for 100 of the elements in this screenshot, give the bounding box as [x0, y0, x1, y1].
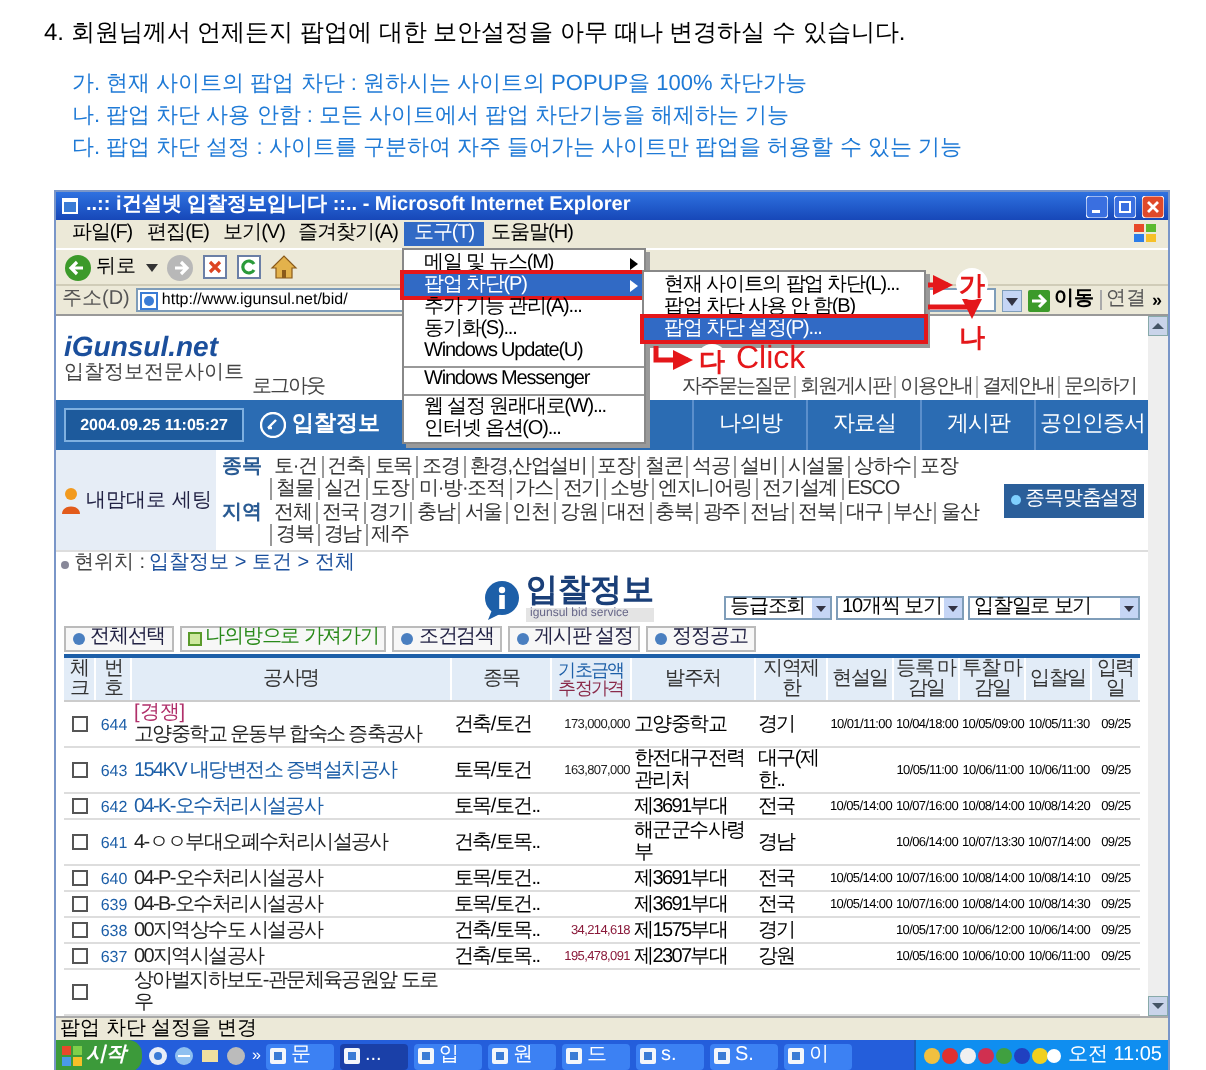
quick-launch-icon[interactable] [174, 1046, 194, 1066]
row-number[interactable]: 638 [100, 921, 128, 939]
filter-link[interactable]: 토목 [368, 456, 417, 478]
project-link[interactable]: 04-B-오수처리시설공사 [134, 893, 323, 915]
start-button[interactable]: 시작 [56, 1040, 142, 1070]
row-number[interactable]: 637 [100, 947, 128, 965]
filter-link[interactable]: 인천 [506, 502, 554, 524]
filter-link[interactable]: 도장 [365, 478, 413, 500]
taskbar-button[interactable]: ... [340, 1043, 409, 1069]
close-icon[interactable] [1142, 195, 1164, 217]
stop-icon[interactable] [202, 254, 228, 280]
taskbar-button[interactable]: S. [710, 1043, 779, 1069]
filter-link[interactable]: 설비 [734, 456, 782, 478]
filter-link[interactable]: 석공 [686, 456, 734, 478]
filter-link[interactable]: 강원 [553, 502, 602, 524]
nav-tab[interactable]: 나의방 [692, 400, 806, 450]
filter-link[interactable]: 전남 [744, 502, 792, 524]
menu-item[interactable]: Windows Update(U) [404, 340, 644, 368]
filter-link[interactable]: 실건 [317, 478, 366, 500]
back-button[interactable]: 뒤로 [62, 251, 138, 283]
scroll-bar[interactable] [1148, 316, 1168, 1016]
dropdown-select[interactable]: 입찰일로 보기 [968, 596, 1140, 620]
filter-link[interactable]: 환경,산업설비 [463, 456, 592, 478]
filter-link[interactable]: 경기 [363, 502, 411, 524]
filter-link[interactable]: 가스 [509, 478, 557, 500]
settings-link[interactable]: 내맘대로 세팅 [86, 489, 212, 511]
row-number[interactable]: 639 [100, 895, 128, 913]
filter-link[interactable]: 전체 [270, 502, 316, 524]
more-chevron[interactable]: » [252, 1048, 261, 1064]
filter-link[interactable]: 포장 [591, 456, 639, 478]
menu-item[interactable]: 동기화(S)... [404, 318, 644, 340]
row-number[interactable]: 641 [100, 833, 128, 851]
filter-link[interactable]: 철콘 [638, 456, 687, 478]
project-link[interactable]: 상아벌지하보도-관문체육공원앞 도로우 [134, 970, 450, 1014]
filter-link[interactable]: 시설물 [781, 456, 849, 478]
checkbox[interactable] [72, 716, 88, 732]
dropdown-arrow-icon[interactable] [1001, 289, 1022, 311]
checkbox[interactable] [72, 984, 88, 1000]
row-number[interactable]: 643 [100, 761, 128, 779]
menu-item[interactable]: 파일(F) [64, 222, 140, 246]
filter-link[interactable]: 경남 [317, 524, 366, 546]
top-link[interactable]: 문의하기 [1058, 376, 1140, 398]
project-link[interactable]: 154KV 내당변전소 증벽설치공사 [134, 759, 397, 781]
filter-link[interactable]: 엔지니어링 [651, 478, 756, 500]
top-link[interactable]: 결제안내 [976, 376, 1058, 398]
filter-link[interactable]: 제주 [365, 524, 413, 546]
menu-item[interactable]: 도구(T) [404, 222, 484, 246]
filter-link[interactable]: 토·건 [270, 456, 322, 478]
go-button[interactable]: 이동 [1027, 289, 1094, 311]
checkbox[interactable] [72, 834, 88, 850]
checkbox[interactable] [72, 896, 88, 912]
action-button[interactable]: 정정공고 [646, 625, 756, 651]
restore-icon[interactable] [1114, 195, 1136, 217]
caret-icon[interactable] [146, 263, 158, 271]
nav-tab[interactable]: 게시판 [920, 400, 1034, 450]
quick-launch-icon[interactable] [148, 1046, 168, 1066]
checkbox[interactable] [72, 922, 88, 938]
top-link[interactable]: 자주묻는질문 [678, 376, 794, 398]
menu-item[interactable]: 추가 기능 관리(A)... [404, 296, 644, 318]
checkbox[interactable] [72, 798, 88, 814]
top-link[interactable]: 이용안내 [894, 376, 976, 398]
filter-link[interactable]: 포장 [914, 456, 963, 478]
site-logo[interactable]: iGunsul.net [64, 331, 248, 361]
action-button[interactable]: 게시판 설정 [508, 625, 641, 651]
filter-link[interactable]: 광주 [696, 502, 745, 524]
taskbar-button[interactable]: 이 [784, 1043, 853, 1069]
project-link[interactable]: 04-P-오수처리시설공사 [134, 867, 323, 889]
project-link[interactable]: 00지역상수도 시설공사 [134, 919, 323, 941]
filter-link[interactable]: 전기 [556, 478, 605, 500]
filter-link[interactable]: 상하수 [848, 456, 915, 478]
minimize-icon[interactable] [1086, 195, 1108, 217]
scroll-up-icon[interactable] [1148, 316, 1168, 336]
project-link[interactable]: 00지역시설공사 [134, 945, 264, 967]
filter-link[interactable]: 철물 [270, 478, 318, 500]
row-number[interactable]: 640 [100, 869, 128, 887]
menu-item[interactable]: Windows Messenger [404, 368, 644, 396]
filter-link[interactable]: 전기설계 [755, 478, 842, 500]
checkbox[interactable] [72, 870, 88, 886]
menu-item[interactable]: 팝업 차단(P) [404, 274, 644, 296]
action-button[interactable]: 전체선택 [64, 625, 174, 651]
filter-link[interactable]: 소방 [604, 478, 652, 500]
taskbar-button[interactable]: 입 [414, 1043, 483, 1069]
filter-link[interactable]: 전북 [791, 502, 840, 524]
filter-link[interactable]: 전국 [315, 502, 364, 524]
filter-link[interactable]: 충북 [649, 502, 697, 524]
project-link[interactable]: 고양중학교 운동부 합숙소 증축공사 [134, 724, 422, 746]
filter-link[interactable]: ESCO [841, 478, 904, 500]
checkbox[interactable] [72, 762, 88, 778]
filter-link[interactable]: 부산 [887, 502, 935, 524]
menu-item[interactable]: 도움말(H) [484, 222, 580, 246]
filter-link[interactable]: 대구 [839, 502, 888, 524]
nav-tab[interactable]: 입찰정보 [260, 400, 380, 450]
filter-link[interactable]: 대전 [601, 502, 649, 524]
checkbox[interactable] [72, 948, 88, 964]
filter-link[interactable]: 울산 [934, 502, 983, 524]
taskbar-button[interactable]: 문 [266, 1043, 335, 1069]
filter-link[interactable]: 조경 [416, 456, 464, 478]
taskbar-button[interactable]: s. [636, 1043, 705, 1069]
filter-link[interactable]: 미·방·조적 [412, 478, 509, 500]
scroll-down-icon[interactable] [1148, 996, 1168, 1016]
